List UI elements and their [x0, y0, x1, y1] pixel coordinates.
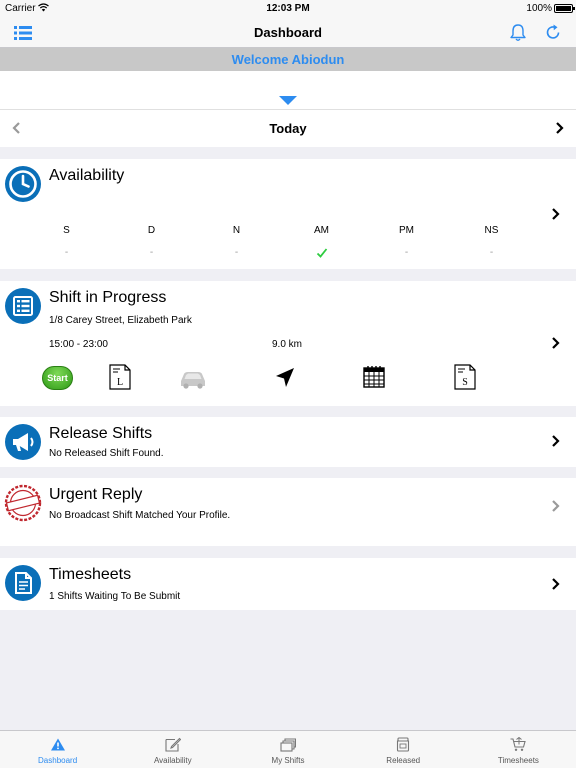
urgent-title: Urgent Reply: [49, 486, 143, 503]
tab-availability[interactable]: Availability: [115, 731, 230, 768]
tab-label: Dashboard: [38, 756, 78, 765]
caret-down-icon[interactable]: [279, 96, 297, 105]
availability-value: -: [489, 247, 494, 258]
tab-label: Timesheets: [497, 756, 539, 765]
urgent-subtitle: No Broadcast Shift Matched Your Profile.: [49, 510, 231, 521]
urgent-stamp-icon: [4, 484, 42, 522]
battery-icon: [554, 4, 575, 13]
shift-code: PM: [399, 225, 414, 236]
urgent-reply-card[interactable]: Urgent Reply No Broadcast Shift Matched …: [0, 478, 576, 546]
timesheets-title: Timesheets: [49, 566, 132, 583]
shift-code: AM: [314, 225, 329, 236]
shift-in-progress-card[interactable]: Shift in Progress 1/8 Carey Street, Eliz…: [0, 281, 576, 406]
check-icon: [316, 248, 327, 258]
tab-label: Availability: [153, 756, 192, 765]
shift-code: S: [63, 225, 70, 236]
shift-title: Shift in Progress: [49, 289, 167, 306]
tab-released[interactable]: Released: [346, 731, 461, 768]
tab-my-shifts[interactable]: My Shifts: [230, 731, 345, 768]
refresh-icon[interactable]: [544, 23, 562, 42]
shift-distance: 9.0 km: [272, 339, 303, 350]
chevron-right-icon[interactable]: [550, 434, 562, 448]
availability-grid: S - D - N - AM PM - NS -: [24, 225, 534, 265]
release-subtitle: No Released Shift Found.: [49, 448, 164, 459]
megaphone-icon: [5, 424, 41, 460]
shift-actions: Start L S: [40, 364, 510, 392]
timesheets-subtitle: 1 Shifts Waiting To Be Submit: [49, 591, 181, 602]
availability-value: -: [64, 247, 69, 258]
clock-icon: [5, 166, 41, 202]
tab-label: Released: [386, 756, 421, 765]
availability-column-pm: PM -: [364, 225, 449, 265]
availability-column-am: AM: [279, 225, 364, 265]
page-title: Dashboard: [254, 25, 322, 40]
availability-value: -: [404, 247, 409, 258]
availability-value: [279, 247, 364, 261]
shift-address: 1/8 Carey Street, Elizabeth Park: [49, 315, 192, 326]
leave-letter: L: [117, 377, 123, 388]
cart-icon: [510, 737, 527, 751]
shift-code: D: [147, 225, 156, 236]
tab-timesheets[interactable]: Timesheets: [461, 731, 576, 768]
availability-column-d: D -: [109, 225, 194, 265]
tab-dashboard[interactable]: Dashboard: [0, 731, 115, 768]
welcome-banner: Welcome Abiodun: [0, 48, 576, 71]
edit-icon: [165, 737, 181, 752]
availability-column-n: N -: [194, 225, 279, 265]
chevron-right-icon[interactable]: [550, 499, 562, 513]
navigation-bar: Dashboard: [0, 18, 576, 48]
availability-column-s: S -: [24, 225, 109, 265]
timesheet-document-icon[interactable]: S: [453, 364, 477, 390]
chevron-right-icon[interactable]: [554, 121, 566, 135]
current-date-label: Today: [269, 121, 307, 136]
clock: 12:03 PM: [266, 3, 310, 14]
start-label: Start: [42, 366, 73, 390]
battery-percentage: 100%: [526, 3, 552, 14]
timesheets-card[interactable]: Timesheets 1 Shifts Waiting To Be Submit: [0, 558, 576, 610]
tab-bar: Dashboard Availability My Shifts Release…: [0, 730, 576, 768]
availability-value: -: [149, 247, 154, 258]
shift-code: NS: [484, 225, 499, 236]
chevron-right-icon[interactable]: [550, 336, 562, 350]
collapse-panel: [0, 71, 576, 110]
chevron-right-icon[interactable]: [550, 207, 562, 221]
bell-icon[interactable]: [509, 23, 527, 42]
availability-title: Availability: [49, 167, 125, 184]
car-icon[interactable]: [178, 367, 208, 391]
release-title: Release Shifts: [49, 425, 153, 442]
roster-icon: [5, 288, 41, 324]
start-button[interactable]: Start: [42, 364, 73, 392]
stack-icon: [280, 738, 296, 752]
shift-code: N: [232, 225, 241, 236]
status-bar: Carrier 12:03 PM 100%: [0, 0, 576, 18]
sheet-letter: S: [462, 377, 468, 388]
chevron-right-icon[interactable]: [550, 577, 562, 591]
availability-value: -: [234, 247, 239, 258]
calendar-icon[interactable]: [362, 365, 386, 389]
tab-label: My Shifts: [271, 756, 305, 765]
document-icon: [5, 565, 41, 601]
availability-column-ns: NS -: [449, 225, 534, 265]
navigation-arrow-icon[interactable]: [274, 366, 296, 390]
jar-icon: [397, 737, 410, 752]
warning-icon: [50, 738, 65, 751]
shift-time: 15:00 - 23:00: [49, 339, 108, 350]
date-navigator: Today: [0, 110, 576, 147]
release-shifts-card[interactable]: Release Shifts No Released Shift Found.: [0, 417, 576, 467]
availability-card[interactable]: Availability S - D - N - AM PM - NS -: [0, 159, 576, 269]
leave-document-icon[interactable]: L: [108, 364, 132, 390]
